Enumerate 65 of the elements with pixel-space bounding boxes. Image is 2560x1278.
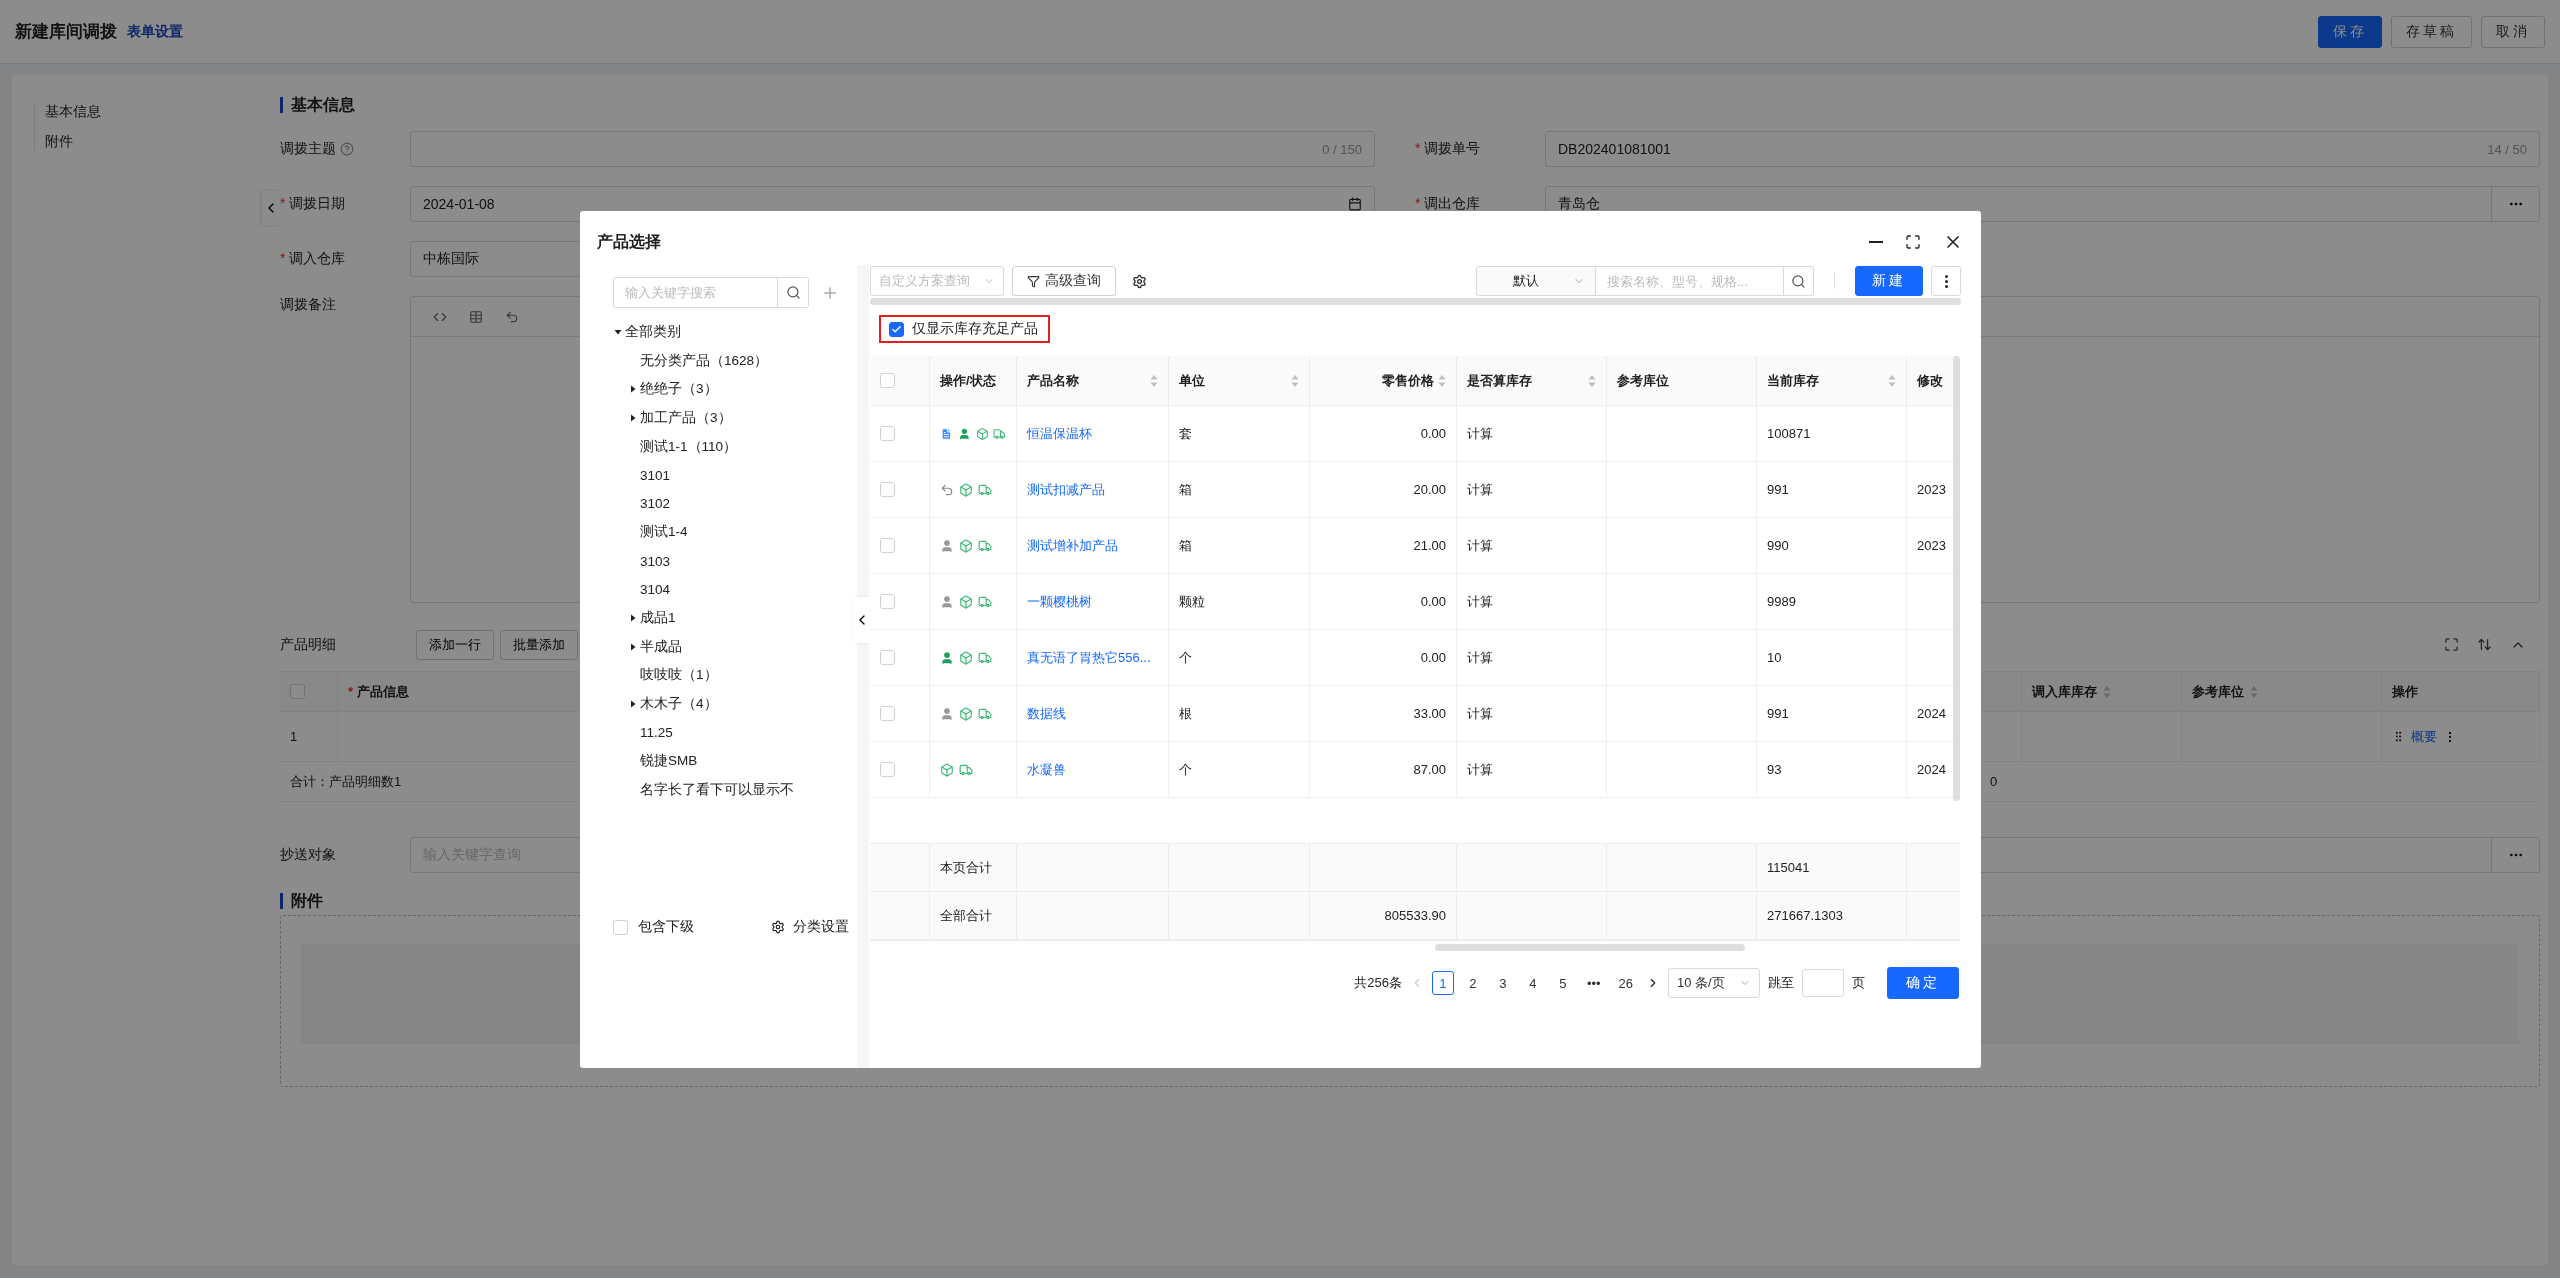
table-cell: 115041 — [1757, 844, 1907, 892]
dialog-title: 产品选择 — [597, 231, 661, 252]
table-cell: 全部合计 — [930, 892, 1017, 940]
field-label: 调拨主题 — [280, 140, 336, 158]
table-cell: 根 — [1169, 686, 1310, 742]
table-cell: 10 — [1757, 630, 1907, 686]
field-label: * 调出仓库 — [1415, 195, 1481, 213]
column-title: 参考库位 — [1617, 371, 1669, 390]
table-cell: 个 — [1169, 742, 1310, 798]
table-cell: 0.00 — [1310, 574, 1457, 630]
table-cell: 计算 — [1457, 630, 1607, 686]
field-label: * 调拨日期 — [280, 195, 346, 213]
table-cell-text: 0 — [1989, 774, 1999, 789]
table-cell: 9989 — [1757, 574, 1907, 630]
column-title: 调入库库存 — [2032, 682, 2097, 701]
table-cell: 个 — [1169, 630, 1310, 686]
page-title: 新建库间调拨 — [15, 21, 117, 43]
column-title: 参考库位 — [2192, 682, 2244, 701]
table-cell: 0.00 — [1310, 406, 1457, 462]
char-counter: 0 / 150 — [1322, 141, 1363, 157]
column-title: 操作/状态 — [940, 371, 996, 390]
table-cell: 套 — [1169, 406, 1310, 462]
table-cell: 1 — [280, 712, 338, 762]
column-title: 零售价格 — [1382, 371, 1434, 390]
summary-text: 合计：产品明细数1 — [289, 772, 403, 791]
table-cell: 箱 — [1169, 518, 1310, 574]
table-cell: 计算 — [1457, 742, 1607, 798]
table-cell: 990 — [1757, 518, 1907, 574]
jump-label: 跳至 — [1768, 974, 1794, 992]
table-cell: 20.00 — [1310, 462, 1457, 518]
section-title: 基本信息 — [280, 97, 2540, 113]
table-cell: 计算 — [1457, 518, 1607, 574]
section-label: 产品明细 — [280, 636, 336, 654]
column-title: 当前库存 — [1767, 371, 1819, 390]
table-cell: 33.00 — [1310, 686, 1457, 742]
table-cell: 计算 — [1457, 574, 1607, 630]
column-title: 修改 — [1917, 371, 1943, 390]
char-counter: 14 / 50 — [2487, 141, 2528, 157]
table-cell: 0.00 — [1310, 630, 1457, 686]
table-cell: 计算 — [1457, 686, 1607, 742]
table-cell: 93 — [1757, 742, 1907, 798]
table-cell: 21.00 — [1310, 518, 1457, 574]
column-title: 单位 — [1179, 371, 1205, 390]
column-title: 操作 — [2392, 682, 2418, 701]
table-cell: 100871 — [1757, 406, 1907, 462]
field-label: * 调拨单号 — [1415, 140, 1481, 158]
table-cell: 991 — [1757, 462, 1907, 518]
field-label: 抄送对象 — [280, 846, 336, 864]
field-label: 调拨备注 — [280, 296, 336, 314]
table-cell: 颗粒 — [1169, 574, 1310, 630]
table-cell: 87.00 — [1310, 742, 1457, 798]
table-cell: 991 — [1757, 686, 1907, 742]
table-cell: 箱 — [1169, 462, 1310, 518]
table-cell: 计算 — [1457, 462, 1607, 518]
table-cell: 计算 — [1457, 406, 1607, 462]
column-title: 产品名称 — [1027, 371, 1079, 390]
column-title: 是否算库存 — [1467, 371, 1532, 390]
field-label: * 调入仓库 — [280, 250, 346, 268]
total-count: 共256条 — [1354, 974, 1402, 992]
page-suffix: 页 — [1852, 974, 1865, 992]
checkbox-label: 包含下级 — [638, 918, 694, 936]
table-cell: 271667.1303 — [1757, 892, 1907, 940]
table-cell: 本页合计 — [930, 844, 1017, 892]
column-title: * 产品信息 — [348, 682, 410, 701]
table-cell: 805533.90 — [1310, 892, 1457, 940]
